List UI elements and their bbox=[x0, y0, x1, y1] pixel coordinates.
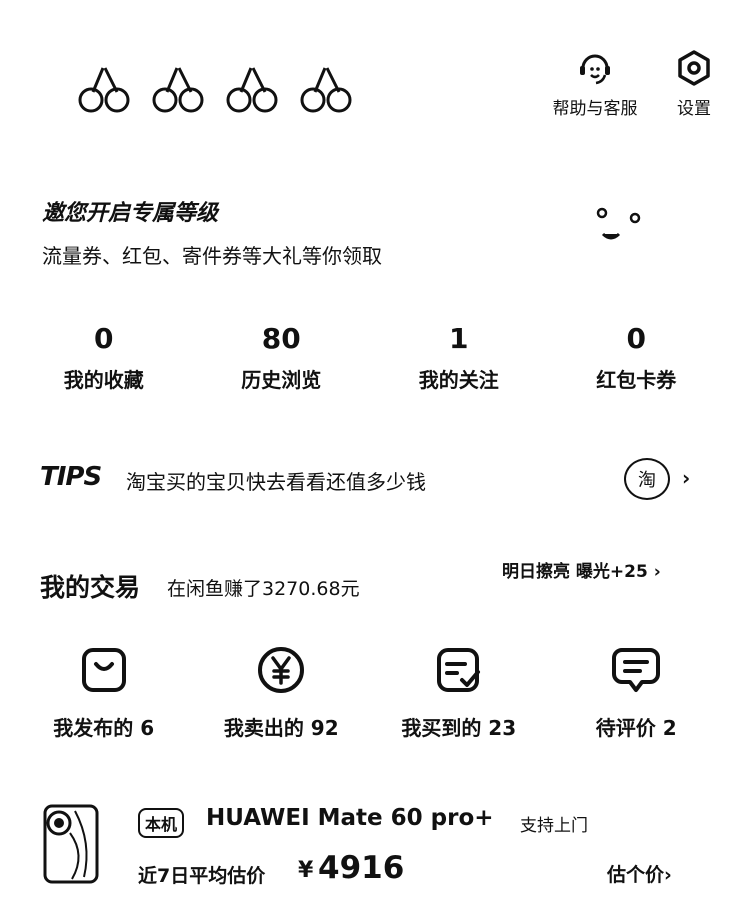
stat-label: 我的收藏 bbox=[63, 368, 144, 392]
phone-thumbnail bbox=[43, 804, 99, 884]
settings-label: 设置 bbox=[677, 99, 711, 119]
this-device-tag: 本机 bbox=[138, 808, 185, 838]
chevron-right-icon[interactable]: › bbox=[682, 466, 690, 490]
price-label: 近7日平均估价 bbox=[138, 865, 266, 887]
promote-exposure-link[interactable]: 明日擦亮 曝光+25 › bbox=[502, 557, 661, 582]
tips-logo: TIPS bbox=[40, 462, 102, 492]
stat-following[interactable]: 1 我的关注 bbox=[370, 322, 548, 393]
device-name: HUAWEI Mate 60 pro+ bbox=[206, 805, 494, 831]
stat-label: 红包卡券 bbox=[596, 368, 677, 392]
trades-title: 我的交易 bbox=[40, 573, 141, 602]
stat-coupons[interactable]: 0 红包卡券 bbox=[548, 322, 726, 393]
currency-symbol: ¥ bbox=[298, 858, 314, 883]
mascot-face-icon bbox=[596, 207, 641, 240]
cherry-icon bbox=[226, 67, 278, 113]
stat-history[interactable]: 80 历史浏览 bbox=[193, 322, 371, 393]
stat-value: 1 bbox=[449, 322, 469, 355]
trade-items: 我发布的 6 我卖出的 92 我买到的 23 待评价 2 bbox=[15, 644, 725, 741]
trade-label: 待评价 2 bbox=[595, 716, 677, 740]
help-label: 帮助与客服 bbox=[552, 99, 638, 119]
level-banner-subtitle: 流量券、红包、寄件券等大礼等你领取 bbox=[42, 244, 382, 268]
device-service: 支持上门 bbox=[520, 816, 588, 836]
trade-label: 我发布的 6 bbox=[53, 716, 155, 740]
receipt-check-icon bbox=[436, 648, 480, 692]
cherry-icon bbox=[78, 67, 130, 113]
avatar-decoration bbox=[75, 62, 357, 114]
comment-icon bbox=[612, 648, 661, 692]
tips-text[interactable]: 淘宝买的宝贝快去看看还值多少钱 bbox=[126, 466, 426, 495]
trades-earnings: 在闲鱼赚了3270.68元 bbox=[167, 578, 360, 600]
stat-label: 历史浏览 bbox=[241, 368, 322, 392]
trade-published[interactable]: 我发布的 6 bbox=[15, 644, 193, 741]
trade-bought[interactable]: 我买到的 23 bbox=[370, 644, 548, 741]
help-service-button[interactable]: 帮助与客服 bbox=[545, 48, 645, 119]
trade-pending-review[interactable]: 待评价 2 bbox=[548, 644, 726, 741]
estimated-price: 4916 bbox=[318, 850, 405, 886]
stat-favorites[interactable]: 0 我的收藏 bbox=[15, 322, 193, 393]
trade-sold[interactable]: 我卖出的 92 bbox=[193, 644, 371, 741]
settings-button[interactable]: 设置 bbox=[667, 48, 721, 119]
yen-icon bbox=[258, 647, 305, 693]
cherry-icon bbox=[152, 67, 204, 113]
trade-label: 我卖出的 92 bbox=[223, 716, 339, 740]
taobao-badge-text: 淘 bbox=[638, 470, 656, 491]
taobao-badge-icon[interactable]: 淘 bbox=[624, 458, 670, 500]
cherry-icon bbox=[300, 67, 352, 113]
trade-label: 我买到的 23 bbox=[401, 716, 517, 740]
stat-label: 我的关注 bbox=[418, 368, 499, 392]
customer-service-icon bbox=[580, 54, 610, 85]
stat-value: 80 bbox=[261, 322, 301, 355]
bag-icon bbox=[81, 648, 126, 692]
stat-value: 0 bbox=[626, 322, 646, 355]
stats-row: 0 我的收藏 80 历史浏览 1 我的关注 0 红包卡券 bbox=[15, 322, 725, 393]
estimate-price-button[interactable]: 估个价› bbox=[607, 860, 672, 887]
gear-icon bbox=[678, 50, 710, 86]
stat-value: 0 bbox=[94, 322, 114, 355]
level-banner-title[interactable]: 邀您开启专属等级 bbox=[42, 195, 218, 227]
